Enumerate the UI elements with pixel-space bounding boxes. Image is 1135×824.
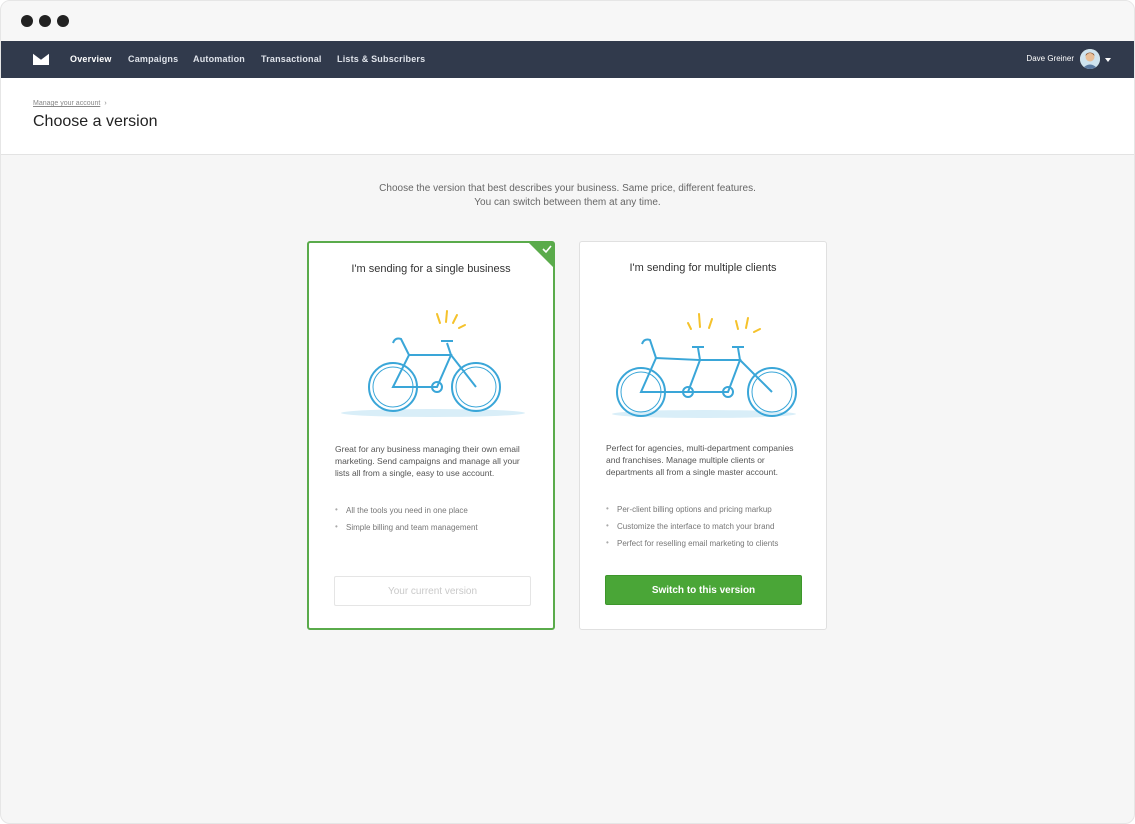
nav-transactional[interactable]: Transactional [261, 54, 322, 64]
nav-overview[interactable]: Overview [70, 54, 112, 64]
tandem-bicycle-icon [612, 313, 797, 418]
user-name[interactable]: Dave Greiner [1026, 54, 1074, 63]
feature-list: Per-client billing options and pricing m… [606, 504, 816, 556]
intro-line-1: Choose the version that best describes y… [379, 183, 756, 194]
nav-automation[interactable]: Automation [193, 54, 245, 64]
window-zoom-dot[interactable] [57, 15, 69, 27]
nav-campaigns[interactable]: Campaigns [128, 54, 178, 64]
list-item: Per-client billing options and pricing m… [606, 504, 816, 514]
bicycle-icon [341, 310, 525, 417]
page-header: Manage your account › Choose a version [1, 78, 1134, 155]
current-version-button: Your current version [334, 576, 531, 606]
nav-lists-subscribers[interactable]: Lists & Subscribers [337, 54, 425, 64]
card-description: Great for any business managing their ow… [335, 444, 520, 478]
breadcrumb: Manage your account › [33, 100, 107, 107]
breadcrumb-separator: › [104, 100, 107, 107]
list-item: All the tools you need in one place [335, 505, 543, 515]
top-nav: Overview Campaigns Automation Transactio… [1, 41, 1134, 78]
app-window: Overview Campaigns Automation Transactio… [0, 0, 1135, 824]
switch-version-button[interactable]: Switch to this version [605, 575, 802, 605]
chevron-down-icon[interactable] [1105, 58, 1111, 62]
page-title: Choose a version [33, 113, 158, 130]
avatar[interactable] [1080, 49, 1100, 69]
window-chrome [1, 1, 1134, 41]
breadcrumb-manage-account[interactable]: Manage your account [33, 100, 100, 107]
card-description: Perfect for agencies, multi-department c… [606, 443, 794, 477]
list-item: Perfect for reselling email marketing to… [606, 538, 816, 548]
window-close-dot[interactable] [21, 15, 33, 27]
list-item: Customize the interface to match your br… [606, 521, 816, 531]
logo-icon[interactable] [33, 53, 49, 65]
card-title: I'm sending for a single business [351, 263, 511, 275]
version-card-single-business[interactable]: I'm sending for a single business Great … [307, 241, 555, 630]
avatar-icon [1080, 49, 1100, 69]
intro-text: Choose the version that best describes y… [1, 182, 1134, 210]
intro-line-2: You can switch between them at any time. [474, 197, 661, 208]
window-minimize-dot[interactable] [39, 15, 51, 27]
list-item: Simple billing and team management [335, 522, 543, 532]
card-title: I'm sending for multiple clients [629, 262, 777, 274]
version-card-multiple-clients[interactable]: I'm sending for multiple clients Perfect… [579, 241, 827, 630]
feature-list: All the tools you need in one place Simp… [335, 505, 543, 540]
